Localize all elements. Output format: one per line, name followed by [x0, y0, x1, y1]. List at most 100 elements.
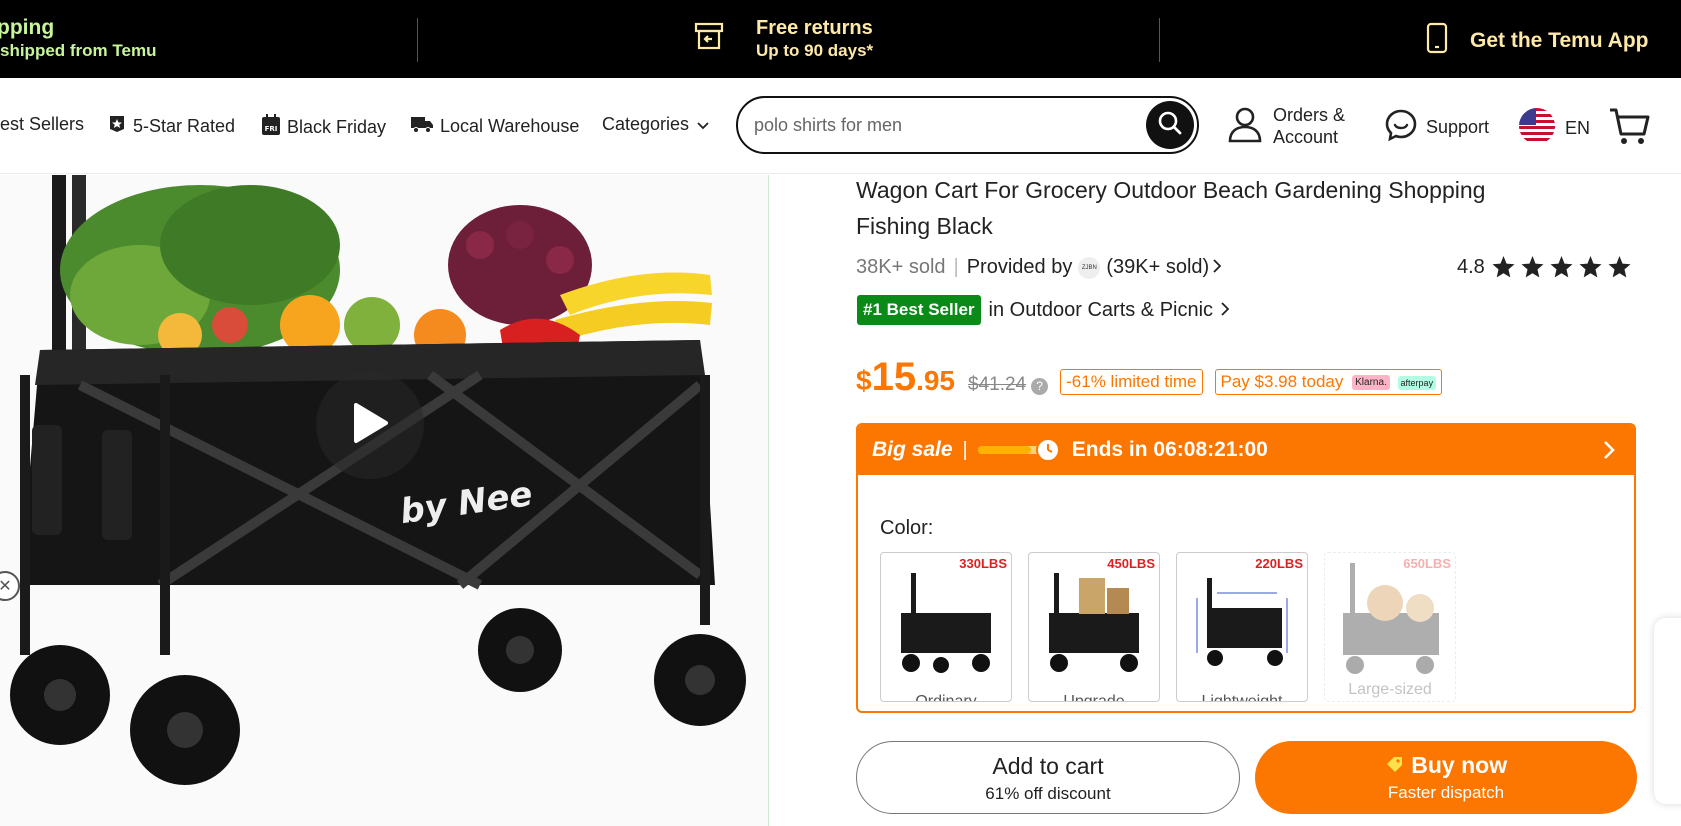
- sold-count: 38K+ sold: [856, 256, 946, 278]
- free-returns-sub: Up to 90 days*: [756, 41, 874, 60]
- divider: |: [962, 438, 968, 461]
- account-line2: Account: [1273, 127, 1339, 147]
- product-image: by Nee: [10, 175, 746, 785]
- store-sold-count: (39K+ sold): [1106, 256, 1210, 278]
- free-shipping-sub: shipped from Temu: [0, 41, 157, 60]
- add-to-cart-sub: 61% off discount: [985, 784, 1111, 803]
- color-option[interactable]: 650LBS Large-sized: [1324, 552, 1456, 702]
- price-whole: 15: [871, 355, 917, 399]
- calendar-fri-icon: FRI: [261, 114, 287, 141]
- search-bar: [736, 96, 1199, 154]
- product-meta: 38K+ sold | Provided by ZJBN (39K+ sold): [856, 256, 1222, 279]
- search-input[interactable]: [754, 110, 1114, 140]
- rating-stars: [1491, 255, 1632, 279]
- product-rating[interactable]: 4.8: [1457, 255, 1632, 279]
- divider: [417, 18, 418, 62]
- best-seller-row[interactable]: #1 Best Seller in Outdoor Carts & Picnic: [857, 295, 1230, 325]
- color-option-name: Ordinary: [915, 693, 977, 702]
- nav-best-sellers-label: est Sellers: [0, 114, 85, 134]
- floating-side-widget[interactable]: [1654, 618, 1681, 804]
- nav-local-warehouse[interactable]: Local Warehouse: [410, 114, 579, 139]
- account-line1: Orders &: [1273, 105, 1346, 125]
- sale-progress: [977, 438, 1060, 462]
- sale-header[interactable]: Big sale | Ends in 06:08:21:00: [858, 425, 1634, 475]
- us-flag-icon: [1519, 108, 1555, 149]
- wagon-thumbnail: [1049, 573, 1139, 672]
- add-to-cart-label: Add to cart: [992, 753, 1104, 779]
- sale-label: Big sale: [872, 438, 953, 461]
- buy-now-label: Buy now: [1411, 752, 1508, 778]
- store-logo: ZJBN: [1078, 256, 1101, 279]
- star-icon: [1492, 256, 1515, 278]
- star-icon: [1521, 256, 1544, 278]
- chevron-down-icon: [697, 114, 715, 135]
- free-shipping-promo[interactable]: pping shipped from Temu: [0, 16, 156, 62]
- return-box-icon: [694, 22, 724, 55]
- chevron-right-icon: [1213, 256, 1222, 279]
- provided-by-label: Provided by: [966, 256, 1073, 278]
- product-title: Wagon Cart For Grocery Outdoor Beach Gar…: [856, 177, 1486, 239]
- nav-categories-label: Categories: [602, 114, 690, 134]
- pay-later-label: Pay $3.98 today: [1220, 372, 1344, 391]
- star-icon: [1550, 256, 1573, 278]
- color-option[interactable]: 330LBS Ordinary: [880, 552, 1012, 702]
- pay-later-tag[interactable]: Pay $3.98 today Klarna. afterpay: [1214, 369, 1443, 395]
- color-label: Color:: [880, 517, 934, 539]
- nav-best-sellers[interactable]: est Sellers: [0, 114, 84, 135]
- discount-tag: -61% limited time: [1060, 369, 1203, 395]
- play-video-button[interactable]: [316, 371, 424, 479]
- capacity-label: 330LBS: [959, 556, 1007, 571]
- price-row: $15.95 $41.24 ? -61% limited time Pay $3…: [856, 355, 1443, 400]
- afterpay-logo: afterpay: [1397, 375, 1437, 390]
- wagon-thumbnail: [901, 573, 991, 673]
- best-seller-category: in Outdoor Carts & Picnic: [988, 298, 1214, 321]
- chevron-right-icon: [1584, 425, 1634, 475]
- nav-five-star-rated[interactable]: 5-Star Rated: [107, 114, 235, 139]
- color-option[interactable]: 450LBS Upgrade: [1028, 552, 1160, 702]
- free-returns-title: Free returns: [756, 17, 873, 39]
- sale-countdown: Ends in 06:08:21:00: [1071, 438, 1268, 461]
- user-icon: [1227, 105, 1263, 148]
- language-label: EN: [1565, 118, 1591, 138]
- klarna-logo: Klarna.: [1352, 375, 1390, 391]
- promo-bar: pping shipped from Temu Free returns Up …: [0, 0, 1681, 78]
- orders-account-link[interactable]: Orders & Account: [1227, 104, 1345, 148]
- original-price: $41.24: [968, 374, 1027, 395]
- cart-button[interactable]: [1608, 106, 1652, 151]
- capacity-label: 650LBS: [1403, 556, 1451, 571]
- help-icon[interactable]: ?: [1031, 378, 1049, 395]
- truck-icon: [410, 114, 440, 139]
- free-returns-promo[interactable]: Free returns Up to 90 days*: [694, 16, 874, 62]
- star-icon: [1608, 256, 1631, 278]
- color-option[interactable]: 220LBS Lightweight: [1176, 552, 1308, 702]
- sale-body: Color: 330LBS Ordinary 450LBS Upgrade 22…: [862, 477, 1630, 711]
- cart-icon: [1608, 108, 1652, 150]
- language-selector[interactable]: EN: [1519, 108, 1590, 149]
- color-option-name: Upgrade: [1063, 693, 1125, 702]
- price-cents: .95: [916, 365, 956, 396]
- buy-now-button[interactable]: Buy now Faster dispatch: [1255, 741, 1637, 814]
- free-shipping-title: pping: [0, 16, 55, 39]
- nav-black-friday[interactable]: FRI Black Friday: [261, 114, 386, 141]
- capacity-label: 450LBS: [1107, 556, 1155, 571]
- store-link[interactable]: Provided by ZJBN (39K+ sold): [966, 256, 1222, 279]
- nav-five-star-label: 5-Star Rated: [133, 116, 236, 136]
- add-to-cart-button[interactable]: Add to cart 61% off discount: [856, 741, 1240, 814]
- get-app-label: Get the Temu App: [1470, 29, 1649, 52]
- wagon-thumbnail: [1343, 563, 1439, 674]
- star-icon: [1579, 256, 1602, 278]
- product-gallery[interactable]: by Nee ✕: [0, 175, 769, 826]
- buy-now-sub: Faster dispatch: [1387, 783, 1505, 802]
- buy-now-line: Buy now: [1255, 752, 1637, 779]
- tag-icon: [1385, 752, 1405, 778]
- rating-value: 4.8: [1457, 255, 1485, 278]
- divider: |: [953, 256, 959, 278]
- search-button[interactable]: [1146, 101, 1194, 149]
- get-app-link[interactable]: Get the Temu App: [1426, 22, 1649, 60]
- support-link[interactable]: Support: [1384, 108, 1489, 147]
- sale-box: Big sale | Ends in 06:08:21:00 Color: 33…: [856, 423, 1636, 713]
- search-icon: [1157, 110, 1183, 141]
- best-seller-badge: #1 Best Seller: [857, 295, 981, 325]
- chevron-right-icon: [1221, 299, 1230, 322]
- nav-categories[interactable]: Categories: [602, 114, 715, 135]
